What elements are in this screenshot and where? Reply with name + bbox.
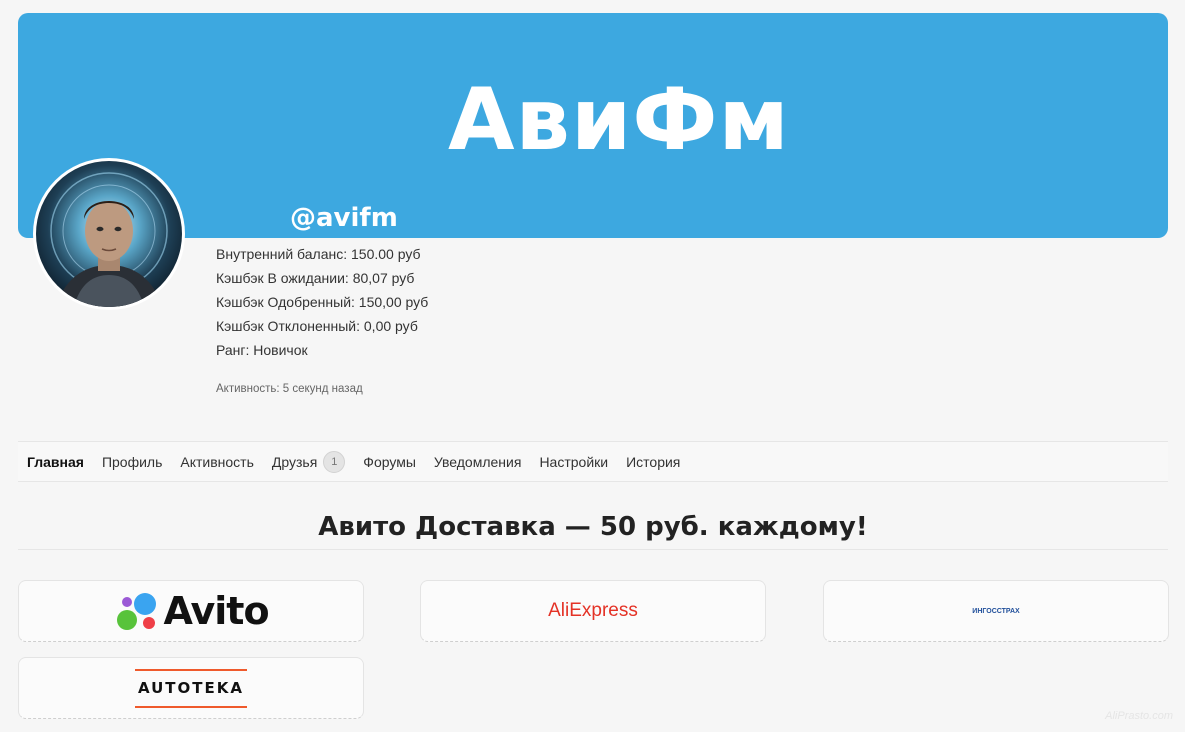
nav-label: Друзья — [271, 453, 318, 470]
stat-cashback-pending: Кэшбэк В ожидании: 80,07 руб — [216, 270, 415, 286]
nav-item-notifications[interactable]: Уведомления — [434, 454, 522, 470]
stat-cashback-rejected: Кэшбэк Отклоненный: 0,00 руб — [216, 318, 418, 334]
nav-item-forums[interactable]: Форумы — [363, 454, 416, 470]
profile-cover: АвиФм @avifm — [18, 13, 1168, 238]
promo-title: Авито Доставка — 50 руб. каждому! — [318, 512, 868, 542]
avito-logo: Avito — [113, 589, 270, 633]
nav-item-home[interactable]: Главная — [27, 454, 84, 470]
nav-label: Профиль — [101, 453, 163, 470]
nav-label: Форумы — [363, 453, 416, 470]
stat-rank: Ранг: Новичок — [216, 342, 308, 358]
cover-title: АвиФм — [448, 70, 790, 170]
autoteka-wordmark: AUTOTEKA — [137, 678, 245, 697]
nav-item-profile[interactable]: Профиль — [102, 454, 162, 470]
stat-internal-balance: Внутренний баланс: 150.00 руб — [216, 246, 421, 262]
friends-count-badge: 1 — [323, 450, 346, 473]
avatar[interactable] — [33, 158, 185, 310]
nav-label: Главная — [27, 453, 84, 470]
nav-item-settings[interactable]: Настройки — [539, 454, 608, 470]
nav-label: Уведомления — [433, 453, 522, 470]
nav-label: Настройки — [539, 453, 609, 470]
partner-card-ingosstrakh[interactable]: ИНГОССТРАХ — [823, 580, 1169, 642]
avatar-image — [36, 161, 182, 307]
balance-stats: Внутренний баланс: 150.00 руб Кэшбэк В о… — [216, 244, 428, 364]
autoteka-logo: AUTOTEKA — [134, 668, 248, 708]
partner-card-aliexpress[interactable]: AliExpress — [420, 580, 766, 642]
profile-nav: Главная Профиль Активность Друзья 1 Форум… — [18, 441, 1168, 482]
watermark: AliPrasto.com — [1105, 710, 1173, 722]
avito-dots-icon — [117, 593, 157, 630]
ingosstrakh-logo: ИНГОССТРАХ — [972, 607, 1020, 615]
aliexpress-logo: AliExpress — [548, 600, 638, 621]
nav-label: Активность — [180, 453, 254, 470]
avito-wordmark: Avito — [163, 589, 269, 633]
nav-item-friends[interactable]: Друзья 1 — [271, 450, 346, 473]
nav-label: История — [626, 453, 681, 470]
nav-item-history[interactable]: История — [626, 454, 680, 470]
last-activity: Активность: 5 секунд назад — [216, 383, 363, 395]
partner-card-autoteka[interactable]: AUTOTEKA — [18, 657, 364, 719]
stat-cashback-approved: Кэшбэк Одобренный: 150,00 руб — [216, 294, 429, 310]
nav-item-activity[interactable]: Активность — [180, 454, 254, 470]
divider — [18, 549, 1168, 550]
partner-card-avito[interactable]: Avito — [18, 580, 364, 642]
username: @avifm — [290, 203, 398, 233]
